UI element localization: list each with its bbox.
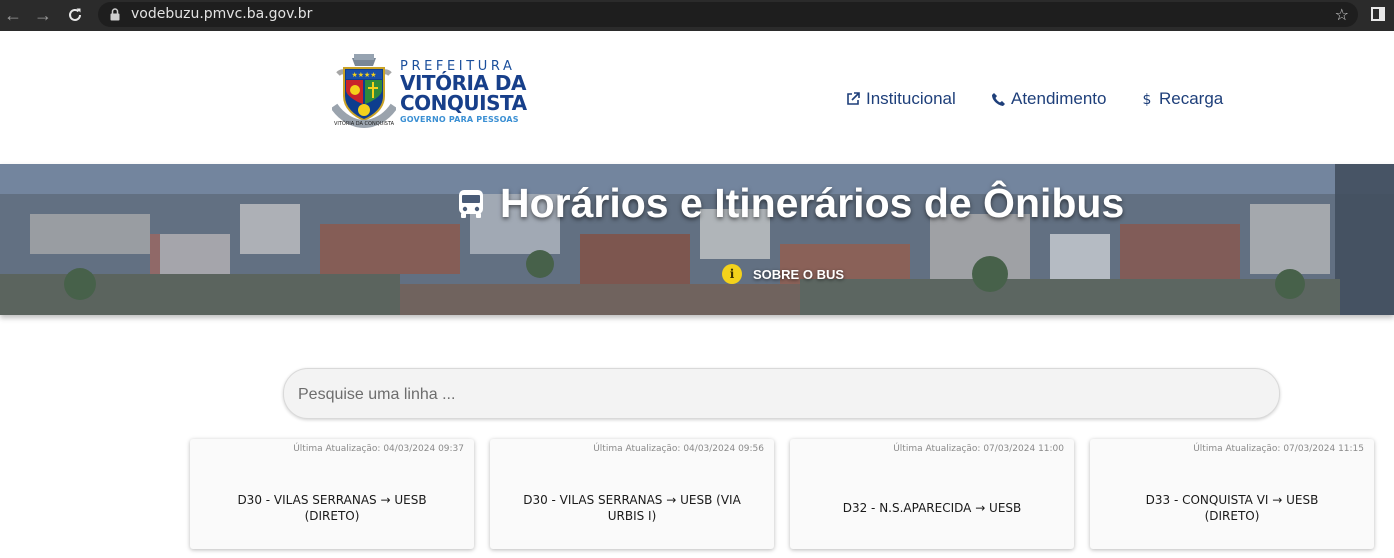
browser-toolbar: ← → vodebuzu.pmvc.ba.gov.br ☆	[0, 0, 1394, 31]
page-title: Horários e Itinerários de Ônibus	[458, 180, 1124, 227]
dollar-icon: $	[1143, 92, 1152, 106]
route-card[interactable]: Última Atualização: 04/03/2024 09:37 D30…	[190, 439, 474, 549]
route-card[interactable]: Última Atualização: 07/03/2024 11:00 D32…	[790, 439, 1074, 549]
reload-icon[interactable]	[64, 4, 86, 26]
svg-text:$: $	[1143, 92, 1152, 106]
nav-institucional[interactable]: Institucional	[846, 89, 956, 109]
about-bus-label: SOBRE O BUS	[753, 266, 845, 282]
side-panel-icon[interactable]	[1371, 7, 1385, 26]
address-bar[interactable]: vodebuzu.pmvc.ba.gov.br ☆	[98, 2, 1358, 27]
route-name: D30 - VILAS SERRANAS → UESB (VIA URBIS I…	[523, 493, 741, 523]
route-updated: Última Atualização: 04/03/2024 09:37	[293, 444, 464, 454]
page-title-text: Horários e Itinerários de Ônibus	[500, 180, 1125, 226]
phone-icon	[992, 93, 1005, 106]
route-updated: Última Atualização: 07/03/2024 11:15	[1193, 444, 1364, 454]
svg-text:VITÓRIA DA CONQUISTA: VITÓRIA DA CONQUISTA	[334, 120, 395, 127]
logo-city-line1: VITÓRIA DA	[400, 71, 526, 95]
back-icon[interactable]: ←	[2, 4, 24, 26]
search-input[interactable]	[296, 369, 1260, 420]
external-link-icon	[847, 92, 860, 105]
route-updated: Última Atualização: 04/03/2024 09:56	[593, 444, 764, 454]
site-header: ★★★★ VITÓRIA DA CONQUISTA PREFEITURA VIT…	[0, 31, 1394, 164]
route-name: D32 - N.S.APARECIDA → UESB	[842, 501, 1022, 515]
route-card[interactable]: Última Atualização: 04/03/2024 09:56 D30…	[490, 439, 774, 549]
bus-icon	[459, 189, 483, 218]
route-name: D33 - CONQUISTA VI → UESB (DIRETO)	[1145, 493, 1319, 523]
route-name: D30 - VILAS SERRANAS → UESB (DIRETO)	[237, 493, 427, 523]
logo-slogan: GOVERNO PARA PESSOAS	[400, 115, 519, 124]
logo-city-line2: CONQUISTA	[400, 91, 527, 115]
route-updated: Última Atualização: 07/03/2024 11:00	[893, 444, 1064, 454]
coat-of-arms-icon: ★★★★ VITÓRIA DA CONQUISTA	[332, 54, 396, 129]
nav-recarga[interactable]: $ Recarga	[1141, 89, 1224, 109]
nav-atendimento-label: Atendimento	[1011, 89, 1107, 108]
logo-wordmark: PREFEITURA VITÓRIA DA CONQUISTA GOVERNO …	[400, 60, 527, 124]
lock-icon[interactable]	[110, 8, 120, 26]
url-text: vodebuzu.pmvc.ba.gov.br	[131, 6, 313, 22]
forward-icon[interactable]: →	[32, 4, 54, 26]
search-box[interactable]	[283, 368, 1280, 420]
about-bus-button[interactable]: i SOBRE O BUS	[722, 264, 844, 284]
hero-banner: Horários e Itinerários de Ônibus i SOBRE…	[0, 164, 1394, 315]
svg-text:★★★★: ★★★★	[351, 71, 376, 79]
nav-atendimento[interactable]: Atendimento	[991, 89, 1106, 109]
nav-recarga-label: Recarga	[1159, 89, 1224, 108]
star-icon[interactable]: ☆	[1335, 5, 1349, 25]
route-card[interactable]: Última Atualização: 07/03/2024 11:15 D33…	[1090, 439, 1374, 549]
prefeitura-logo[interactable]: ★★★★ VITÓRIA DA CONQUISTA PREFEITURA VIT…	[332, 52, 527, 132]
info-icon: i	[722, 264, 742, 284]
nav-institucional-label: Institucional	[866, 89, 956, 108]
